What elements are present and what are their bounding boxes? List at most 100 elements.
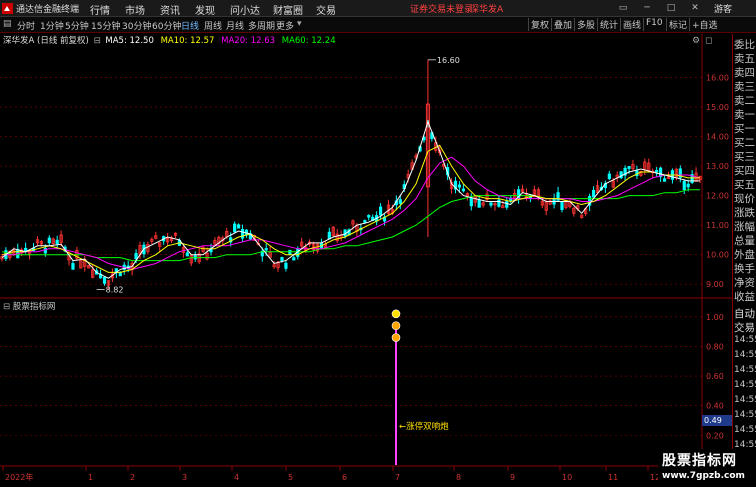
maximize-panel-icon[interactable]: ◻ [705, 36, 712, 46]
time-label: 9 [510, 473, 515, 482]
candle-body [71, 263, 75, 270]
side-label-buy3: 买三 [734, 151, 755, 163]
signal-label: ←涨停双响炮 [399, 420, 449, 432]
candle-body [469, 197, 473, 207]
settings-gear-icon[interactable]: ⚙ [692, 36, 700, 46]
candle-body [237, 224, 241, 229]
candle-body [47, 237, 51, 244]
side-label-change: 涨跌 [734, 207, 755, 219]
menu-item-discover[interactable]: 发现 [195, 2, 215, 17]
toolbar-button-overlay[interactable]: 叠加 [551, 18, 574, 31]
period-button-5min[interactable]: 5分钟 [65, 19, 89, 32]
ma-toggle-icon[interactable]: ⊟ [94, 36, 101, 46]
toolbar-button-add-favorite[interactable]: +自选 [689, 18, 720, 31]
more-chevron-icon[interactable]: ▾ [297, 19, 302, 29]
toolbar-button-adjust[interactable]: 复权 [528, 18, 551, 31]
signal-label-text: 涨停双响炮 [406, 422, 449, 432]
candle-body [457, 184, 462, 188]
menu-item-market[interactable]: 市场 [125, 2, 145, 17]
candle-body [288, 249, 292, 255]
price-tick-label: 15.00 [706, 103, 729, 112]
candle-body [398, 199, 402, 204]
menu-item-news[interactable]: 资讯 [160, 2, 180, 17]
app-logo-icon [2, 3, 13, 14]
candle-body [55, 239, 59, 245]
candle-body [477, 199, 481, 208]
indicator-tick-label: 0.40 [706, 402, 724, 411]
period-button-1min[interactable]: 1分钟 [40, 19, 64, 32]
period-button-30min[interactable]: 30分钟 [122, 19, 151, 32]
period-toolbar: ▤ 分时 1分钟 5分钟 15分钟 30分钟 60分钟 日线 周线 月线 多周期… [0, 17, 756, 33]
window-close-icon[interactable]: ✕ [688, 2, 702, 14]
side-label-sell4: 卖四 [734, 67, 755, 79]
ma5-label: MA5: 12.50 [105, 36, 154, 46]
side-label-turnover: 换手 [734, 263, 755, 275]
time-label: 4 [234, 473, 239, 482]
period-button-more[interactable]: 更多 [276, 19, 294, 32]
time-label: 8 [456, 473, 461, 482]
period-button-multi[interactable]: 多周期 [248, 19, 275, 32]
candle-body [264, 248, 268, 251]
side-label-weibi: 委比 [734, 39, 755, 51]
price-tick-label: 11.00 [706, 221, 729, 230]
candle-body [367, 215, 371, 218]
window-minimize-icon[interactable]: ─ [640, 2, 654, 14]
toolbar-button-multistock[interactable]: 多股 [574, 18, 597, 31]
menu-item-trade[interactable]: 交易 [316, 2, 336, 17]
high-marker-label: 16.60 [437, 56, 460, 65]
ma10-line [1, 144, 700, 273]
price-tick-label: 14.00 [706, 133, 729, 142]
time-label: 3 [182, 473, 187, 482]
candle-body [591, 189, 596, 198]
period-button-monthly[interactable]: 月线 [226, 19, 244, 32]
candle-body [489, 202, 493, 206]
toolbar-button-f10[interactable]: F10 [643, 18, 665, 31]
kline-chart[interactable]: 16.0015.0014.0013.0012.0011.0010.009.001… [0, 34, 733, 482]
side-label-net-assets: 净资 [734, 277, 755, 289]
period-button-daily[interactable]: 日线 [181, 19, 199, 32]
period-button-15min[interactable]: 15分钟 [91, 19, 120, 32]
candle-body [662, 178, 667, 182]
toolbar-button-mark[interactable]: 标记 [666, 18, 689, 31]
side-label-outer: 外盘 [734, 249, 755, 261]
ma20-label: MA20: 12.63 [221, 36, 276, 46]
quote-side-panel: 委比 卖五 卖四 卖三 卖二 卖一 买一 买二 买三 买四 买五 现价 涨跌 涨… [733, 34, 756, 487]
auto-trade-sub[interactable]: 交易 [734, 320, 755, 335]
side-label-volume: 总量 [734, 235, 755, 247]
guest-label[interactable]: 游客 [714, 2, 732, 15]
menu-item-ask[interactable]: 问小达 [230, 2, 260, 17]
side-label-sell5: 卖五 [734, 53, 755, 65]
toolbar-button-stats[interactable]: 统计 [597, 18, 620, 31]
period-button-weekly[interactable]: 周线 [204, 19, 222, 32]
candle-body [24, 247, 28, 252]
window-maximize-icon[interactable]: □ [664, 2, 678, 14]
period-button-60min[interactable]: 60分钟 [152, 19, 181, 32]
window-restore-icon[interactable]: ▭ [616, 2, 630, 14]
candle-body [240, 229, 245, 239]
side-label-price: 现价 [734, 193, 755, 205]
trade-time: 14:55 [734, 425, 756, 435]
candle-body [363, 220, 367, 223]
indicator-tick-label: 0.60 [706, 372, 724, 381]
toolbar-grid-icon[interactable]: ▤ [3, 19, 12, 29]
side-label-buy1: 买一 [734, 123, 755, 135]
menu-item-quotes[interactable]: 行情 [90, 2, 110, 17]
candle-body [607, 173, 611, 180]
period-button-timeshare[interactable]: 分时 [17, 19, 35, 32]
candle-body [134, 253, 138, 259]
watermark-title: 股票指标网 [662, 453, 737, 469]
ma20-line [2, 156, 701, 270]
toolbar-button-draw[interactable]: 画线 [620, 18, 643, 31]
low-marker-label: 8.82 [106, 286, 124, 295]
time-label: 1 [88, 473, 93, 482]
price-tick-label: 12.00 [706, 192, 729, 201]
indicator-tick-label: 0.80 [706, 342, 724, 351]
indicator-toggle-icon[interactable]: ⊟ [3, 302, 10, 312]
login-alert[interactable]: 证券交易未登录 [410, 2, 473, 15]
menu-item-wealth[interactable]: 财富圈 [273, 2, 303, 17]
side-label-sell1: 卖一 [734, 109, 755, 121]
auto-trade-title[interactable]: 自动 [734, 306, 755, 321]
stock-name: 深华发A [3, 36, 35, 46]
chart-frame: 16.00 15.00 14.00 13.00 12.00 11.00 10.00 9.00 1… [0, 34, 733, 482]
trade-time: 14:55 [734, 350, 756, 360]
